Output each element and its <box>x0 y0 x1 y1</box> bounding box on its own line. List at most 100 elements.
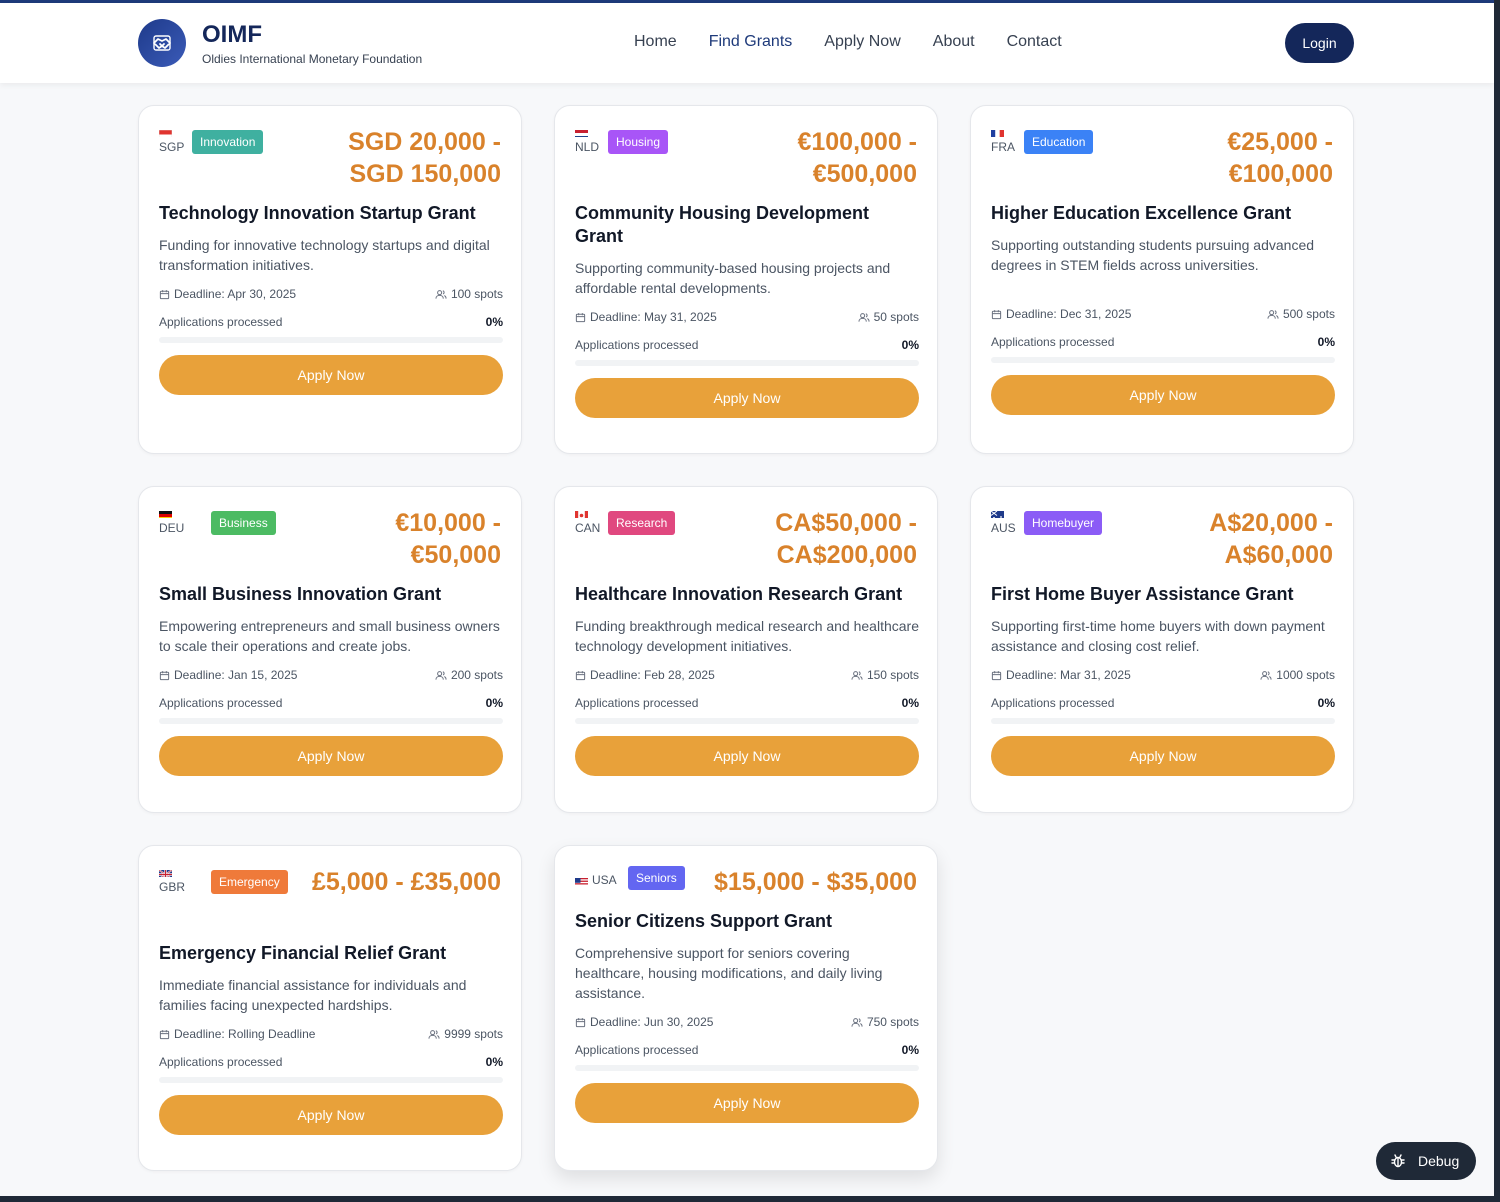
category-badge: Housing <box>608 130 669 154</box>
spots-text: 150 spots <box>866 668 919 682</box>
grant-card: CAN Research CA$50,000 - CA$200,000 Healt… <box>554 486 938 813</box>
spots-text: 500 spots <box>1282 307 1335 321</box>
grant-meta: Deadline: May 31, 2025 50 spots <box>575 310 919 326</box>
country-label: USA <box>575 873 617 887</box>
progress-bar <box>575 718 919 724</box>
progress-label: Applications processed <box>159 696 283 710</box>
nav-apply-now[interactable]: Apply Now <box>824 33 900 51</box>
scrollbar[interactable] <box>1494 0 1500 1196</box>
spots: 500 spots <box>1267 307 1335 321</box>
grant-title[interactable]: First Home Buyer Assistance Grant <box>991 583 1335 606</box>
debug-label: Debug <box>1418 1153 1460 1169</box>
apply-now-button[interactable]: Apply Now <box>575 378 919 418</box>
grant-meta: Deadline: Mar 31, 2025 1000 spots <box>991 668 1335 684</box>
apply-now-button[interactable]: Apply Now <box>575 1083 919 1123</box>
progress-label: Applications processed <box>159 315 283 329</box>
spots: 750 spots <box>851 1015 919 1029</box>
calendar-icon <box>159 1029 170 1039</box>
spots: 9999 spots <box>428 1027 503 1041</box>
grant-description: Supporting community-based housing proje… <box>575 260 891 296</box>
brand-name[interactable]: OIMF <box>202 21 262 49</box>
debug-button[interactable]: Debug <box>1376 1142 1476 1180</box>
deadline-text: Deadline: Dec 31, 2025 <box>1006 307 1132 321</box>
country-label: AUS <box>991 509 1021 535</box>
grant-title[interactable]: Small Business Innovation Grant <box>159 583 503 606</box>
progress-row: Applications processed 0% <box>159 1055 503 1071</box>
apply-now-button[interactable]: Apply Now <box>991 736 1335 776</box>
category-badge: Education <box>1024 130 1094 154</box>
nav-find-grants[interactable]: Find Grants <box>709 33 793 51</box>
progress-percent: 0% <box>1317 335 1335 349</box>
spots-text: 9999 spots <box>444 1027 503 1041</box>
country-label: DEU <box>159 509 189 535</box>
grant-card: AUS Homebuyer A$20,000 - A$60,000 First H… <box>970 486 1354 813</box>
users-icon <box>1260 670 1272 680</box>
grant-amount: SGD 20,000 - SGD 150,000 <box>348 128 501 188</box>
spots-text: 200 spots <box>450 668 503 682</box>
brand-subtitle: Oldies International Monetary Foundation <box>202 52 423 66</box>
grant-title[interactable]: Community Housing Development Grant <box>575 202 919 248</box>
progress-row: Applications processed 0% <box>575 696 919 712</box>
progress-percent: 0% <box>901 1043 919 1057</box>
category-badge: Research <box>608 511 676 535</box>
main-nav: Home Find Grants Apply Now About Contact <box>634 33 1062 51</box>
nav-home[interactable]: Home <box>634 33 677 51</box>
country-code: FRA <box>991 140 1015 154</box>
grant-description: Funding breakthrough medical research an… <box>575 618 919 654</box>
grant-meta: Deadline: Rolling Deadline 9999 spots <box>159 1027 503 1043</box>
calendar-icon <box>575 1017 586 1027</box>
page-viewport: OIMF Oldies International Monetary Found… <box>0 0 1494 1196</box>
calendar-icon <box>991 670 1002 680</box>
progress-row: Applications processed 0% <box>991 335 1335 351</box>
progress-label: Applications processed <box>991 335 1115 349</box>
calendar-icon <box>575 670 586 680</box>
grant-amount: $15,000 - $35,000 <box>714 868 917 896</box>
apply-now-button[interactable]: Apply Now <box>159 355 503 395</box>
apply-now-button[interactable]: Apply Now <box>159 736 503 776</box>
nl-flag-icon <box>575 128 588 137</box>
bug-icon <box>1391 1154 1405 1168</box>
apply-now-button[interactable]: Apply Now <box>991 375 1335 415</box>
grant-title[interactable]: Emergency Financial Relief Grant <box>159 942 503 965</box>
country-label: CAN <box>575 509 605 535</box>
progress-bar <box>159 337 503 343</box>
country-label: SGP <box>159 128 189 154</box>
country-code: AUS <box>991 521 1016 535</box>
login-button[interactable]: Login <box>1285 23 1354 63</box>
fr-flag-icon <box>991 128 1004 137</box>
grant-title[interactable]: Senior Citizens Support Grant <box>575 910 919 933</box>
progress-label: Applications processed <box>575 1043 699 1057</box>
deadline: Deadline: Dec 31, 2025 <box>991 307 1131 321</box>
spots-text: 50 spots <box>873 310 919 324</box>
deadline: Deadline: Rolling Deadline <box>159 1027 315 1041</box>
apply-now-button[interactable]: Apply Now <box>575 736 919 776</box>
progress-row: Applications processed 0% <box>575 1043 919 1059</box>
progress-bar <box>575 360 919 366</box>
grant-card: NLD Housing €100,000 - €500,000 Community… <box>554 105 938 454</box>
logo-icon[interactable] <box>138 19 186 67</box>
nav-about[interactable]: About <box>933 33 975 51</box>
deadline: Deadline: Jun 30, 2025 <box>575 1015 713 1029</box>
category-badge: Innovation <box>192 130 264 154</box>
country-label: FRA <box>991 128 1021 154</box>
spots-text: 1000 spots <box>1276 668 1335 682</box>
progress-row: Applications processed 0% <box>991 696 1335 712</box>
deadline-text: Deadline: Mar 31, 2025 <box>1006 668 1131 682</box>
grant-title[interactable]: Higher Education Excellence Grant <box>991 202 1335 225</box>
country-code: USA <box>592 873 617 887</box>
grant-title[interactable]: Healthcare Innovation Research Grant <box>575 583 919 606</box>
de-flag-icon <box>159 509 172 518</box>
calendar-icon <box>159 670 170 680</box>
grant-amount: €25,000 - €100,000 <box>1227 128 1333 188</box>
country-label: GBR <box>159 868 189 894</box>
grant-meta: Deadline: Apr 30, 2025 100 spots <box>159 287 503 303</box>
grant-title[interactable]: Technology Innovation Startup Grant <box>159 202 503 225</box>
users-icon <box>435 289 447 299</box>
apply-now-button[interactable]: Apply Now <box>159 1095 503 1135</box>
progress-row: Applications processed 0% <box>159 696 503 712</box>
progress-label: Applications processed <box>575 338 699 352</box>
grant-description: Immediate financial assistance for indiv… <box>159 977 467 1013</box>
grant-card: USA Seniors $15,000 - $35,000 Senior Citi… <box>554 845 938 1171</box>
deadline: Deadline: Apr 30, 2025 <box>159 287 296 301</box>
nav-contact[interactable]: Contact <box>1007 33 1062 51</box>
